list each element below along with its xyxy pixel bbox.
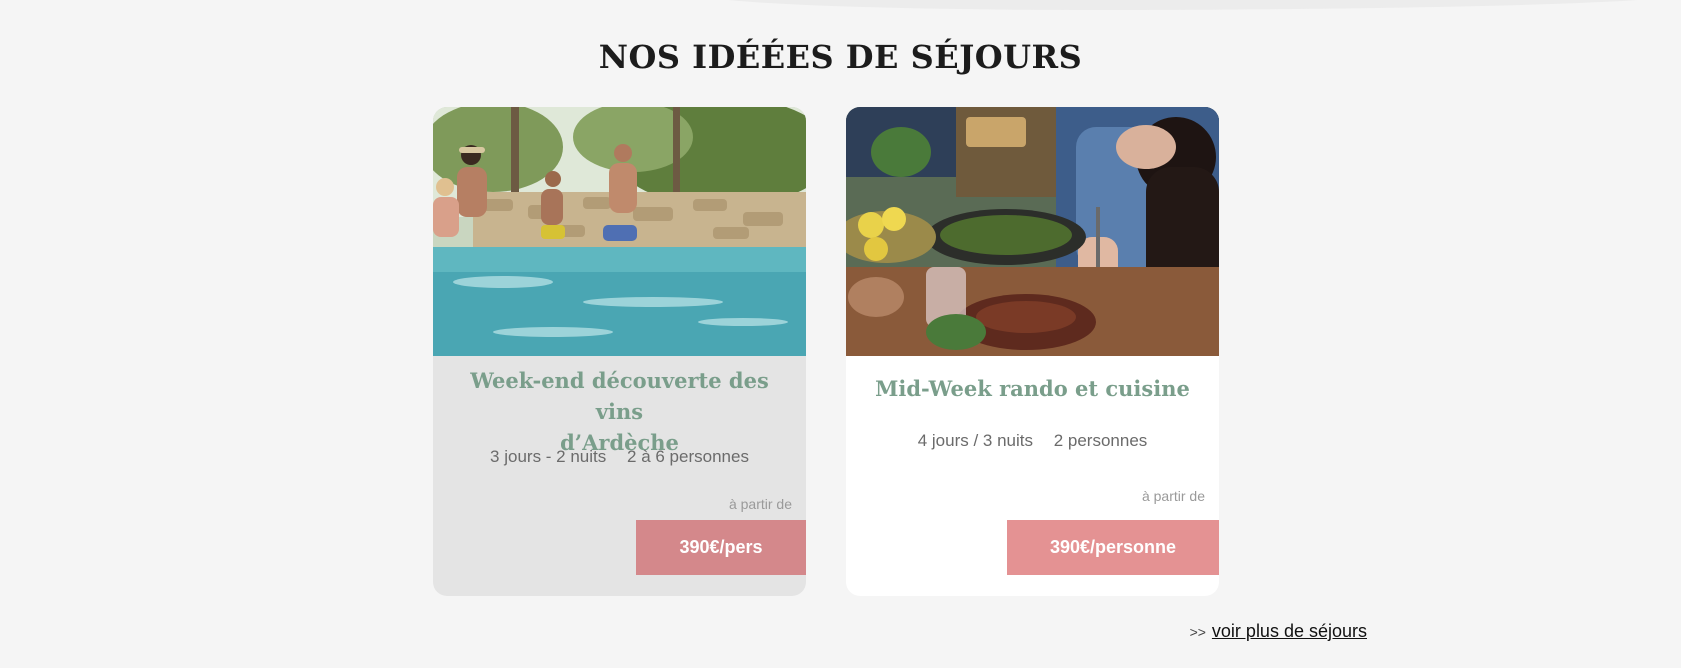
stay-card-wine-weekend[interactable]: Week-end découverte des vins d’Ardèche 3…: [433, 107, 806, 596]
card-title[interactable]: Mid-Week rando et cuisine: [866, 373, 1199, 404]
duration-text: 3 jours - 2 nuits: [490, 447, 607, 466]
price-button[interactable]: 390€/personne: [1007, 520, 1219, 575]
arrows-text: >>: [1189, 624, 1206, 640]
stay-card-midweek-hike[interactable]: Mid-Week rando et cuisine 4 jours / 3 nu…: [846, 107, 1219, 596]
from-label: à partir de: [1141, 488, 1205, 504]
pool-family-photo: [433, 107, 806, 356]
duration-text: 4 jours / 3 nuits: [917, 431, 1033, 450]
card-meta: 3 jours - 2 nuits 2 à 6 personnes: [433, 447, 806, 467]
more-stays: >> voir plus de séjours: [1190, 621, 1367, 642]
people-text: 2 à 6 personnes: [627, 447, 749, 466]
dinner-table-photo: [846, 107, 1219, 356]
section-title: NOS IDÉÉES DE SÉJOURS: [598, 38, 1083, 76]
more-stays-link[interactable]: voir plus de séjours: [1212, 621, 1367, 641]
top-wave-decoration: [700, 0, 1681, 10]
card-title-line1: Week-end découverte des vins: [470, 368, 769, 424]
price-button[interactable]: 390€/pers: [636, 520, 806, 575]
people-text: 2 personnes: [1053, 431, 1148, 450]
from-label: à partir de: [728, 496, 792, 512]
card-title[interactable]: Week-end découverte des vins d’Ardèche: [453, 365, 786, 458]
card-meta: 4 jours / 3 nuits 2 personnes: [846, 431, 1219, 451]
